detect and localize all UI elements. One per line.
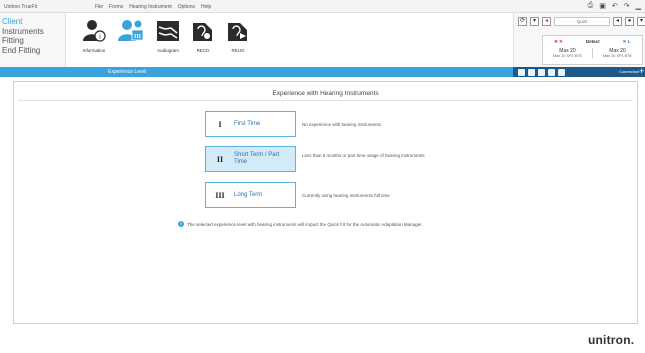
left-ear-label[interactable]: ✕ L bbox=[623, 39, 631, 45]
section-bar: Experience Level bbox=[0, 67, 513, 77]
title-bar: Unitron TrueFit File Forms Hearing Instr… bbox=[0, 0, 645, 13]
left-device: Max 20 Max 20 SP1 BTE bbox=[592, 48, 642, 58]
print-icon[interactable]: ⎙ bbox=[588, 2, 594, 10]
detect-label[interactable]: Detect bbox=[586, 39, 600, 45]
info-note: i The selected experience level with hea… bbox=[178, 221, 423, 227]
user-dropdown-icon[interactable]: ▾ bbox=[637, 17, 645, 26]
right-device: Max 20 Max 20 SP1 BTE bbox=[543, 48, 592, 58]
refresh-icon[interactable]: ⟳ bbox=[518, 17, 527, 26]
right-device-sub: Max 20 SP1 BTE bbox=[552, 54, 583, 58]
list-icon[interactable] bbox=[528, 68, 535, 76]
nav-item-instruments[interactable]: Instruments bbox=[2, 27, 65, 37]
info-note-text: The selected experience level with heari… bbox=[187, 221, 423, 227]
save-icon[interactable]: ▣ bbox=[599, 2, 606, 10]
option-long-term-numeral: III bbox=[215, 190, 225, 200]
option-short-term[interactable]: II Short Term / Part Time bbox=[205, 146, 296, 172]
menu-options[interactable]: Options bbox=[178, 4, 195, 10]
information-icon: i bbox=[83, 20, 106, 42]
plus-icon[interactable]: + bbox=[639, 66, 644, 76]
redo-icon[interactable]: ↷ bbox=[624, 2, 630, 10]
app-title: Unitron TrueFit bbox=[4, 4, 38, 10]
tool-experience-level[interactable]: III bbox=[111, 19, 151, 48]
device-panel: ⟳ ▾ ◂ Quiet ◂ ● ▾ R ✕ Detect ✕ L Max 20 … bbox=[513, 13, 645, 67]
right-ear-label[interactable]: R ✕ bbox=[555, 39, 563, 45]
menu-help[interactable]: Help bbox=[201, 4, 211, 10]
window-controls: ⎙ ▣ ↶ ↷ ▁ bbox=[588, 2, 641, 10]
audiogram-icon bbox=[157, 21, 179, 41]
user-icon[interactable]: ● bbox=[625, 17, 634, 26]
svg-text:III: III bbox=[134, 34, 142, 40]
tool-information-label: Information bbox=[82, 48, 106, 53]
device-tools-bar: Connection + bbox=[513, 66, 645, 77]
nav-item-end-fitting[interactable]: End Fitting bbox=[2, 46, 65, 56]
page-title: Experience with Hearing Instruments bbox=[272, 90, 379, 97]
option-first-time-description: No experience with hearing instruments bbox=[302, 122, 382, 127]
tool-audiogram-label: Audiogram bbox=[157, 48, 179, 53]
section-bar-label: Experience Level bbox=[108, 69, 147, 75]
svg-text:i: i bbox=[99, 33, 101, 41]
dropdown-icon[interactable]: ▾ bbox=[530, 17, 539, 26]
device-header: R ✕ Detect ✕ L bbox=[543, 36, 642, 45]
option-long-term-description: Currently using hearing instruments full… bbox=[302, 193, 390, 198]
option-short-term-description: Less than 6 months or part time usage of… bbox=[302, 153, 425, 158]
title-divider bbox=[18, 100, 633, 101]
option-long-term-label: Long Term bbox=[234, 191, 263, 198]
client-toolbar: i Information III Audiogram RECD REUG bbox=[66, 13, 513, 67]
warning-icon[interactable] bbox=[538, 68, 545, 76]
brand-logo: unitron. bbox=[588, 333, 635, 347]
tool-reug-label: REUG bbox=[231, 48, 245, 53]
tool-reug[interactable]: REUG bbox=[218, 19, 258, 53]
nav-item-fitting[interactable]: Fitting bbox=[2, 36, 65, 46]
minimize-icon[interactable]: ▁ bbox=[636, 2, 641, 10]
option-first-time-numeral: I bbox=[218, 119, 222, 129]
device-columns: Max 20 Max 20 SP1 BTE Max 20 Max 20 SP1 … bbox=[543, 48, 642, 58]
reug-icon bbox=[228, 23, 247, 41]
person-icon[interactable] bbox=[518, 68, 525, 76]
option-short-term-numeral: II bbox=[216, 154, 224, 164]
left-navigation: Client Instruments Fitting End Fitting bbox=[0, 13, 66, 67]
option-short-term-label: Short Term / Part Time bbox=[234, 152, 280, 165]
option-first-time[interactable]: I First Time bbox=[205, 111, 296, 137]
detected-devices-card: R ✕ Detect ✕ L Max 20 Max 20 SP1 BTE Max… bbox=[542, 35, 643, 65]
info-icon: i bbox=[178, 221, 184, 227]
device-controls: ⟳ ▾ ◂ Quiet ◂ ● ▾ bbox=[518, 17, 645, 26]
hearing-aid-icon[interactable] bbox=[558, 68, 565, 76]
tool-recd-label: RECD bbox=[196, 48, 210, 53]
option-long-term[interactable]: III Long Term bbox=[205, 182, 296, 208]
menu-forms[interactable]: Forms bbox=[109, 4, 123, 10]
tool-recd[interactable]: RECD bbox=[183, 19, 223, 53]
undo-icon[interactable]: ↶ bbox=[612, 2, 618, 10]
settings-icon[interactable] bbox=[548, 68, 555, 76]
menu-file[interactable]: File bbox=[95, 4, 103, 10]
experience-panel: Experience with Hearing Instruments I Fi… bbox=[13, 81, 638, 324]
volume-icon[interactable]: ◂ bbox=[613, 17, 622, 26]
mute-icon[interactable]: ◂ bbox=[542, 17, 551, 26]
connection-label[interactable]: Connection bbox=[619, 67, 639, 77]
option-first-time-label: First Time bbox=[234, 120, 261, 127]
experience-level-icon: III bbox=[118, 20, 144, 41]
tool-audiogram[interactable]: Audiogram bbox=[148, 19, 188, 53]
left-device-sub: Max 20 SP1 BTE bbox=[602, 54, 633, 58]
program-quiet[interactable]: Quiet bbox=[554, 17, 610, 26]
menu-hearing-instrument[interactable]: Hearing Instrument bbox=[129, 4, 172, 10]
nav-item-client[interactable]: Client bbox=[2, 17, 65, 27]
recd-icon bbox=[193, 23, 212, 41]
menu-bar: File Forms Hearing Instrument Options He… bbox=[95, 4, 211, 10]
tool-information[interactable]: i Information bbox=[74, 19, 114, 53]
